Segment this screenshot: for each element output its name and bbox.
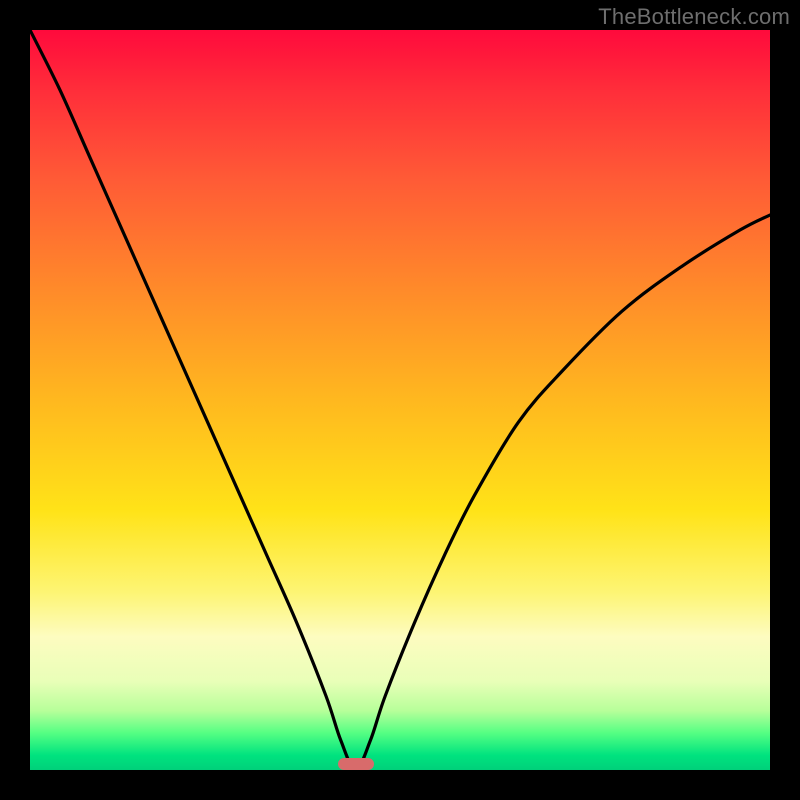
bottleneck-curve <box>30 30 770 770</box>
optimal-marker <box>338 758 374 770</box>
curve-svg <box>30 30 770 770</box>
chart-frame: TheBottleneck.com <box>0 0 800 800</box>
plot-area <box>30 30 770 770</box>
watermark-text: TheBottleneck.com <box>598 4 790 30</box>
